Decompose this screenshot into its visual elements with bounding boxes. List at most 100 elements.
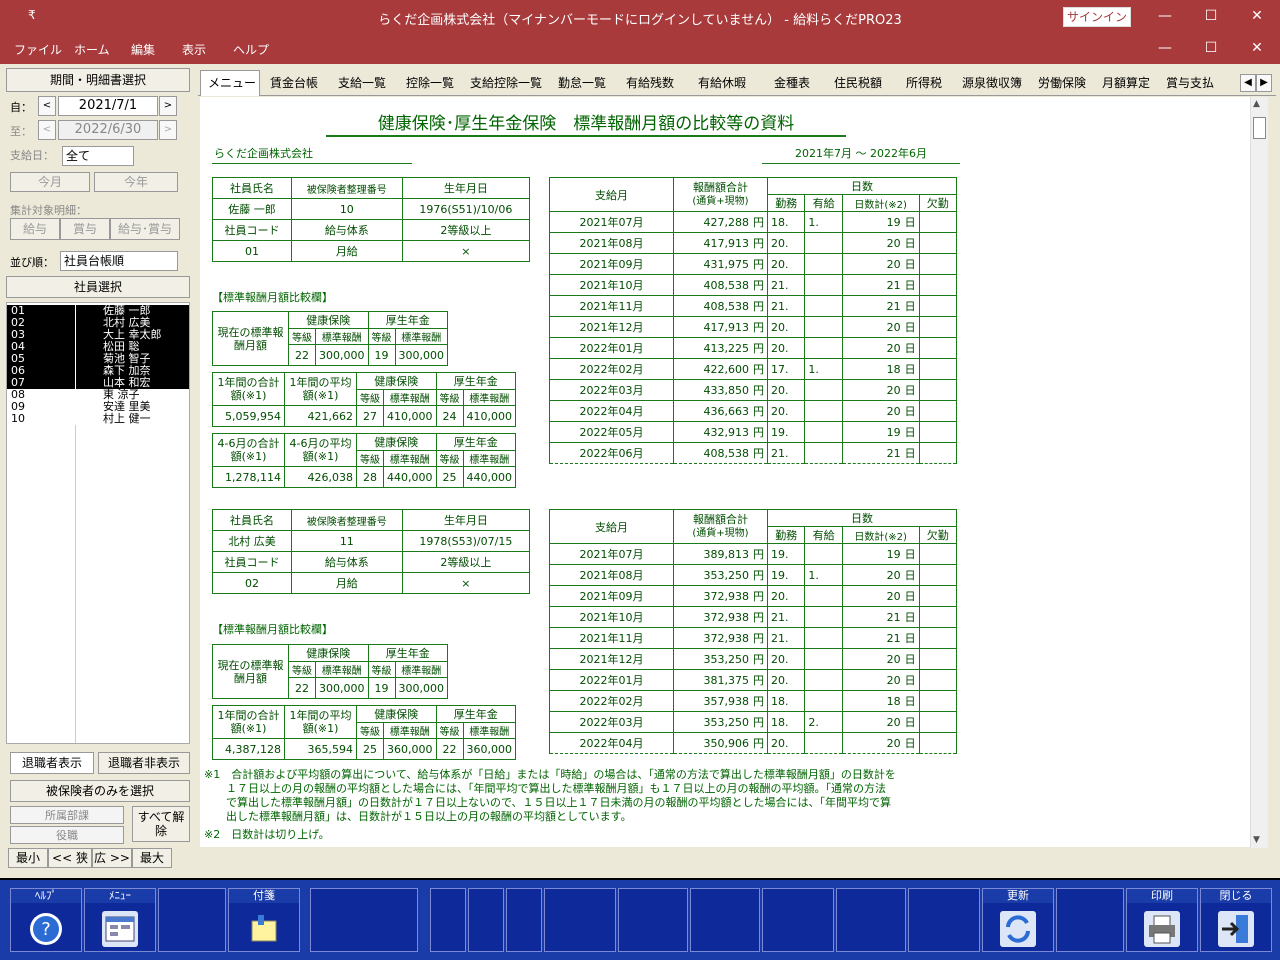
close-app-button[interactable]: 閉じる: [1200, 888, 1272, 952]
tab-menu[interactable]: メニュー: [208, 74, 256, 91]
max-button[interactable]: 最大: [132, 848, 172, 868]
min-button[interactable]: 最小: [8, 848, 48, 868]
unit-label: 日: [904, 279, 916, 292]
daysum-cell: 20 日: [841, 711, 920, 733]
signin-button[interactable]: サインイン: [1063, 7, 1131, 27]
to-prev-button[interactable]: <: [38, 120, 56, 140]
sort-select[interactable]: 社員台帳順: [60, 251, 178, 271]
list-item[interactable]: 03 大上 幸太郎: [7, 329, 189, 341]
menu-icon: [102, 911, 138, 947]
vertical-scrollbar[interactable]: ▲ ▼: [1250, 97, 1268, 851]
close-button[interactable]: ✕: [1234, 8, 1280, 24]
tab-labor-insurance[interactable]: 労働保険: [1038, 74, 1086, 91]
menu-home[interactable]: ホーム: [74, 41, 110, 58]
tab-resident-tax[interactable]: 住民税額: [834, 74, 882, 91]
menu-view[interactable]: 表示: [182, 41, 206, 58]
absent-cell: [918, 337, 958, 359]
help-button[interactable]: ﾍﾙﾌﾟ?: [10, 888, 82, 952]
unit-label: 日: [904, 716, 916, 729]
list-item[interactable]: 09 安達 里美: [7, 401, 189, 413]
narrow-button[interactable]: << 狭: [48, 848, 92, 868]
amount-cell: 422,600 円: [673, 358, 768, 380]
menu-button[interactable]: ﾒﾆｭｰ: [84, 888, 156, 952]
table-row: 2021年11月 408,538 円 21. 21 日: [549, 295, 958, 317]
tab-payments[interactable]: 支給一覧: [338, 74, 386, 91]
daysum-cell: 20 日: [841, 337, 920, 359]
employee-select-button[interactable]: 社員選択: [6, 276, 190, 298]
list-item[interactable]: 06 森下 加奈: [7, 365, 189, 377]
scroll-thumb[interactable]: [1253, 117, 1266, 139]
list-item[interactable]: 04 松田 聡: [7, 341, 189, 353]
unit-label: 円: [753, 611, 764, 624]
paydate-select[interactable]: 全て: [62, 146, 134, 166]
work-cell-value: 20.: [771, 341, 789, 355]
tab-pay-deduct[interactable]: 支給控除一覧: [470, 74, 542, 91]
target-both-button[interactable]: 給与･賞与: [110, 218, 180, 240]
clear-all-button[interactable]: すべて解除: [132, 806, 190, 842]
amount-cell-value: 408,538: [703, 300, 750, 313]
work-cell: 20.: [766, 232, 806, 254]
to-next-button[interactable]: >: [159, 120, 177, 140]
list-item[interactable]: 01 佐藤 一郎: [7, 305, 189, 317]
tab-paid-leave[interactable]: 有給休暇: [698, 74, 746, 91]
menu-help[interactable]: ヘルプ: [233, 41, 269, 58]
wide-button[interactable]: 広 >>: [92, 848, 132, 868]
refresh-button[interactable]: 更新: [982, 888, 1054, 952]
doc-close-button[interactable]: ✕: [1234, 40, 1280, 56]
scroll-down-icon[interactable]: ▼: [1253, 835, 1260, 845]
list-item[interactable]: 05 菊池 智子: [7, 353, 189, 365]
unit-label: 日: [904, 300, 916, 313]
tab-withholding[interactable]: 源泉徴収簿: [962, 74, 1022, 91]
list-item[interactable]: 07 山本 和宏: [7, 377, 189, 389]
tab-monthly-calc[interactable]: 月額算定: [1102, 74, 1150, 91]
p2-cur-pg: 19: [367, 677, 396, 699]
tab-bar: メニュー 賃金台帳 支給一覧 控除一覧 支給控除一覧 勤怠一覧 有給残数 有給休…: [198, 70, 1276, 96]
tab-bonus[interactable]: 賞与支払: [1166, 74, 1214, 91]
this-year-button[interactable]: 今年: [94, 172, 178, 192]
tag-button[interactable]: 付箋: [228, 888, 300, 952]
retired-hide-button[interactable]: 退職者非表示: [98, 752, 190, 774]
tab-deductions[interactable]: 控除一覧: [406, 74, 454, 91]
tab-scroll-right-button[interactable]: ▶: [1256, 74, 1272, 92]
tab-income-tax[interactable]: 所得税: [906, 74, 942, 91]
tab-attendance[interactable]: 勤怠一覧: [558, 74, 606, 91]
tab-paid-leave-remain[interactable]: 有給残数: [626, 74, 674, 91]
tab-ledger[interactable]: 賃金台帳: [270, 74, 318, 91]
list-item[interactable]: 10 村上 健一: [7, 413, 189, 425]
month-cell: 2022年06月: [549, 442, 674, 464]
menu-edit[interactable]: 編集: [131, 41, 155, 58]
insured-only-button[interactable]: 被保険者のみを選択: [10, 780, 190, 802]
hdr-pension: 厚生年金: [367, 644, 448, 662]
from-prev-button[interactable]: <: [38, 96, 56, 116]
scroll-up-icon[interactable]: ▲: [1253, 99, 1260, 109]
minimize-button[interactable]: —: [1142, 8, 1188, 24]
paid-cell-value: 1.: [808, 362, 819, 376]
tab-denomination[interactable]: 金種表: [774, 74, 810, 91]
dept-select[interactable]: 所属部課: [10, 806, 124, 824]
from-next-button[interactable]: >: [159, 96, 177, 116]
list-item[interactable]: 08 東 涼子: [7, 389, 189, 401]
this-month-button[interactable]: 今月: [10, 172, 90, 192]
menu-file[interactable]: ファイル: [14, 41, 62, 58]
menu-bar: ファイル ホーム 編集 表示 ヘルプ — ☐ ✕: [0, 34, 1280, 64]
table-row: 2022年05月 432,913 円 19. 19 日: [549, 421, 958, 443]
tab-scroll-left-button[interactable]: ◀: [1240, 74, 1256, 92]
doc-restore-button[interactable]: ☐: [1188, 40, 1234, 56]
unit-label: 円: [753, 569, 764, 582]
target-bonus-button[interactable]: 賞与: [60, 218, 110, 240]
maximize-button[interactable]: ☐: [1188, 8, 1234, 24]
p2-name: 北村 広美: [212, 530, 292, 552]
role-select[interactable]: 役職: [10, 826, 124, 844]
employee-list[interactable]: 01 佐藤 一郎 02 北村 広美 03 大上 幸太郎 04 松田 聡 05 菊池 智子 …: [6, 302, 190, 744]
doc-minimize-button[interactable]: —: [1142, 40, 1188, 56]
work-cell-value: 18.: [771, 715, 789, 729]
target-salary-button[interactable]: 給与: [10, 218, 60, 240]
absent-cell: [918, 564, 958, 586]
to-date-field[interactable]: 2022/6/30: [58, 120, 158, 140]
retired-show-button[interactable]: 退職者表示: [10, 752, 94, 774]
from-date-field[interactable]: 2021/7/1: [58, 96, 158, 116]
unit-label: 日: [904, 737, 916, 750]
unit-label: 円: [753, 300, 764, 313]
period-select-button[interactable]: 期間・明細書選択: [6, 68, 190, 92]
print-button[interactable]: 印刷: [1126, 888, 1198, 952]
